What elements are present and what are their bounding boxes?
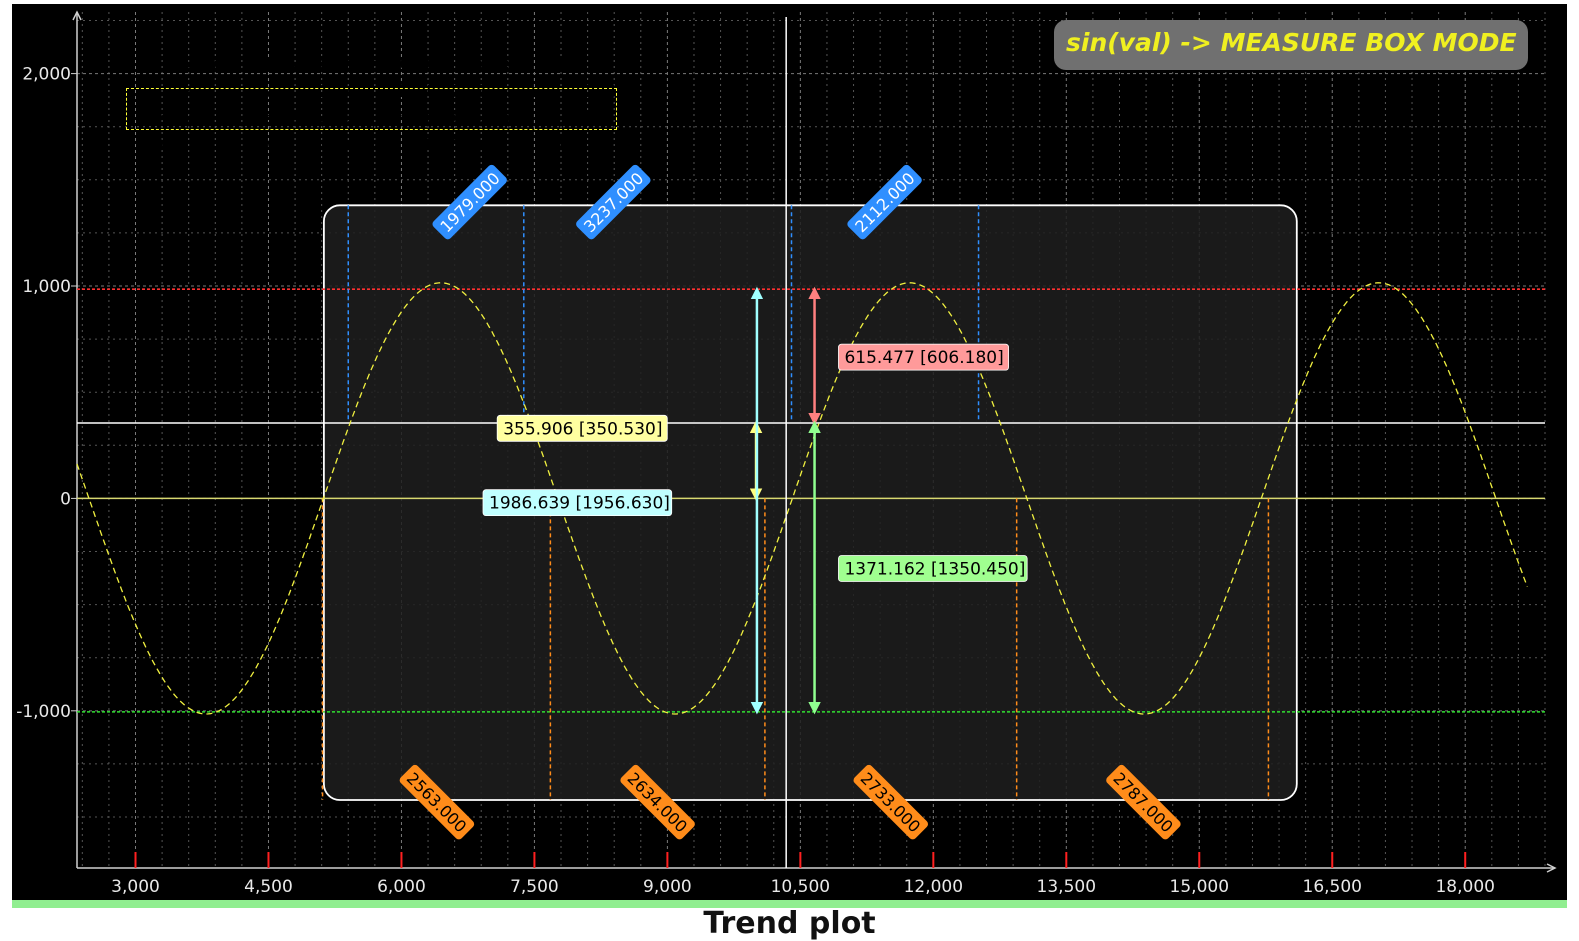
mode-badge[interactable]: sin(val) -> MEASURE BOX MODE (1054, 20, 1528, 70)
x-tick-label: 10,500 (771, 877, 830, 897)
measurement-label: 1986.639 [1956.630] (482, 489, 673, 517)
bottom-plot-label: Trend plot (703, 906, 876, 941)
x-tick-label: 16,500 (1303, 877, 1362, 897)
mode-badge-text: sin(val) -> MEASURE BOX MODE (1066, 28, 1517, 57)
legend-text-500: 500 -> val: 500.000 offset: 0.000 mult: … (139, 135, 577, 155)
x-tick-label: 18,000 (1435, 877, 1494, 897)
measurement-label: 1371.162 [1350.450] (838, 555, 1028, 582)
y-tick-label: 2,000 (22, 65, 71, 85)
x-tick-label: 7,500 (510, 877, 559, 897)
legend-entry-500: 500 -> val: 500.000 offset: 0.000 mult: … (128, 115, 577, 155)
measurement-label: 615.477 [606.180] (838, 343, 1009, 371)
measurement-label-text: 615.477 [606.180] (844, 348, 1003, 368)
measure-box (322, 204, 1298, 801)
y-tick-label: 1,000 (22, 277, 71, 297)
measurement-label-text: 1371.162 [1350.450] (844, 560, 1025, 580)
x-tick-label: 12,000 (904, 877, 963, 897)
measurement-label-text: 1986.639 [1956.630] (489, 494, 670, 514)
y-tick-label: -1,000 (16, 702, 71, 722)
x-tick-label: 4,500 (244, 877, 293, 897)
measurement-label-text: 355.906 [350.530] (503, 419, 662, 439)
x-tick-label: 6,000 (377, 877, 426, 897)
x-tick-label: 13,500 (1037, 877, 1096, 897)
x-tick-label: 9,000 (643, 877, 692, 897)
x-tick-label: 15,000 (1170, 877, 1229, 897)
x-tick-label: 3,000 (111, 877, 160, 897)
measurement-label: 355.906 [350.530] (496, 414, 668, 442)
y-tick-label: 0 (60, 489, 71, 509)
